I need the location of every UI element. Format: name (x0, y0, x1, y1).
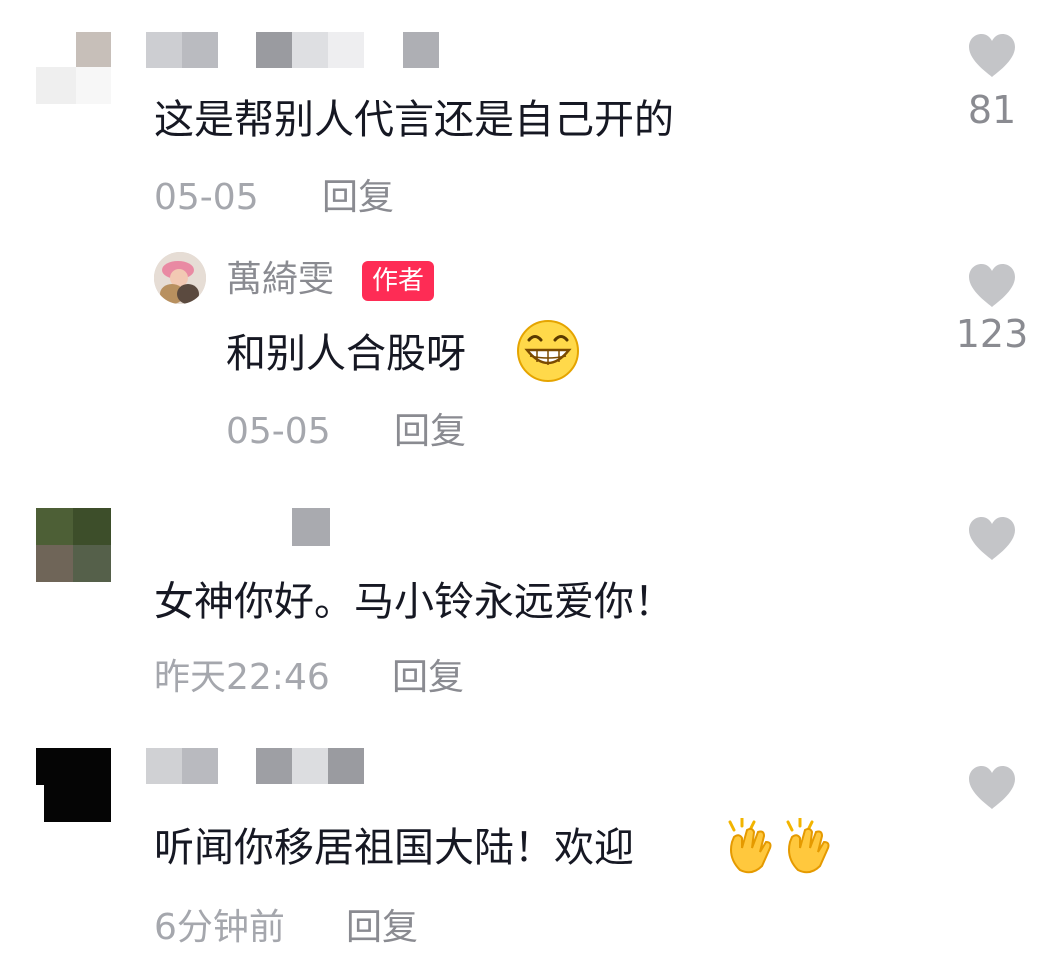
username-pixelated[interactable] (146, 748, 368, 784)
clapping-hands-emoji (786, 818, 830, 874)
clapping-hands-emoji (728, 818, 772, 874)
like-button[interactable] (947, 764, 1037, 814)
like-button[interactable]: 123 (947, 262, 1037, 362)
author-badge: 作者 (362, 261, 435, 301)
like-button[interactable]: 81 (947, 32, 1037, 132)
reply-button[interactable]: 回复 (346, 906, 418, 950)
like-button[interactable] (947, 515, 1037, 565)
reply-button[interactable]: 回复 (392, 656, 464, 700)
comment-text: 这是帮别人代言还是自己开的 (154, 97, 674, 143)
comment-time: 6分钟前 (154, 907, 285, 948)
comment-text: 听闻你移居祖国大陆！欢迎 (154, 825, 634, 871)
reply-button[interactable]: 回复 (394, 410, 466, 454)
reply-button[interactable]: 回复 (322, 176, 394, 220)
comment-time: 05-05 (154, 177, 259, 218)
username-pixelated[interactable] (146, 32, 441, 68)
comment-text: 和别人合股呀 (226, 331, 466, 377)
heart-icon (969, 766, 1015, 809)
username-pixelated[interactable] (292, 508, 330, 546)
comment-text: 女神你好。马小铃永远爱你！ (154, 579, 674, 625)
heart-icon (969, 264, 1015, 307)
like-count: 81 (967, 88, 1017, 132)
comment-time: 昨天22:46 (154, 657, 330, 698)
like-count: 123 (955, 312, 1029, 356)
author-name[interactable]: 萬綺雯 (226, 258, 334, 302)
heart-icon (969, 517, 1015, 560)
heart-icon (969, 34, 1015, 77)
grinning-face-emoji (517, 320, 579, 382)
comment-time: 05-05 (226, 411, 331, 452)
avatar[interactable] (36, 508, 111, 582)
author-avatar[interactable] (154, 252, 206, 304)
avatar[interactable] (36, 32, 111, 104)
avatar[interactable] (36, 748, 111, 822)
